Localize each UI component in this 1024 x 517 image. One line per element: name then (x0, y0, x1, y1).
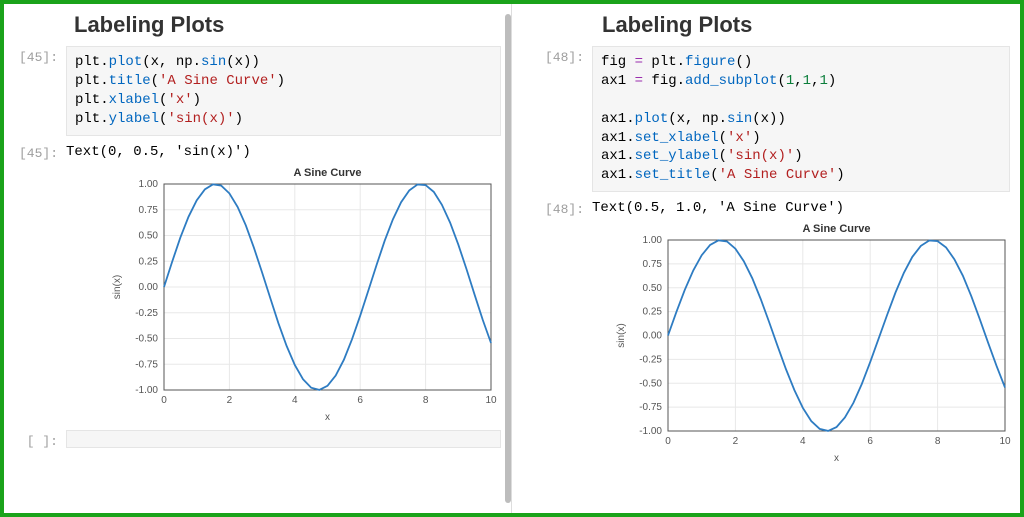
svg-text:1.00: 1.00 (643, 235, 663, 246)
svg-text:4: 4 (292, 395, 298, 406)
chart-output: -1.00 -0.75 -0.50 -0.25 0.00 0.25 0.50 0.75 1.00… (106, 164, 501, 424)
svg-text:8: 8 (935, 436, 941, 447)
svg-text:0.25: 0.25 (643, 307, 663, 318)
svg-text:-0.50: -0.50 (639, 378, 662, 389)
svg-text:0.50: 0.50 (139, 230, 159, 241)
svg-text:0.25: 0.25 (139, 256, 159, 267)
output-cell: [45]: Text(0, 0.5, 'sin(x)') -1.00-0.75-… (4, 142, 511, 424)
svg-text:0.75: 0.75 (139, 204, 159, 215)
svg-text:6: 6 (357, 395, 363, 406)
output-prompt: [45]: (4, 142, 66, 161)
output-text: Text(0, 0.5, 'sin(x)') (66, 142, 501, 160)
sine-chart: -1.00 -0.75 -0.50 -0.25 0.00 0.25 0.50 0.75 1.00… (610, 220, 1015, 465)
svg-text:-1.00: -1.00 (135, 385, 158, 396)
svg-text:0: 0 (665, 436, 671, 447)
svg-text:2: 2 (227, 395, 233, 406)
svg-text:0.00: 0.00 (643, 331, 663, 342)
svg-text:4: 4 (800, 436, 806, 447)
svg-text:10: 10 (485, 395, 497, 406)
svg-text:0.50: 0.50 (643, 283, 663, 294)
input-prompt: [45]: (4, 46, 66, 65)
svg-text:-0.50: -0.50 (135, 333, 158, 344)
svg-text:2: 2 (733, 436, 739, 447)
svg-text:x: x (325, 412, 330, 423)
section-heading: Labeling Plots (602, 12, 1020, 38)
svg-text:-0.25: -0.25 (639, 355, 662, 366)
svg-text:-1.00: -1.00 (639, 426, 662, 437)
right-pane: Labeling Plots [48]: fig = plt.figure() … (512, 4, 1020, 513)
svg-text:1.00: 1.00 (139, 179, 159, 190)
code-cell[interactable]: [45]: plt.plot(x, np.sin(x)) plt.title('… (4, 46, 511, 136)
svg-text:sin(x): sin(x) (112, 274, 123, 298)
chart-output: -1.00 -0.75 -0.50 -0.25 0.00 0.25 0.50 0.75 1.00… (610, 220, 1015, 465)
svg-text:10: 10 (999, 436, 1011, 447)
svg-text:6: 6 (867, 436, 873, 447)
output-cell: [48]: Text(0.5, 1.0, 'A Sine Curve') -1.… (512, 198, 1020, 465)
code-cell[interactable]: [48]: fig = plt.figure() ax1 = fig.add_s… (512, 46, 1020, 192)
left-pane: Labeling Plots [45]: plt.plot(x, np.sin(… (4, 4, 512, 513)
output-text: Text(0.5, 1.0, 'A Sine Curve') (592, 198, 1015, 216)
code-editor[interactable]: plt.plot(x, np.sin(x)) plt.title('A Sine… (66, 46, 501, 136)
svg-text:0.75: 0.75 (643, 259, 663, 270)
svg-text:A Sine Curve: A Sine Curve (802, 223, 870, 235)
svg-text:x: x (834, 453, 839, 464)
section-heading: Labeling Plots (74, 12, 511, 38)
svg-text:sin(x): sin(x) (616, 324, 627, 348)
svg-text:-0.75: -0.75 (135, 359, 158, 370)
sine-chart: -1.00 -0.75 -0.50 -0.25 0.00 0.25 0.50 0.75 1.00… (106, 164, 501, 424)
code-editor[interactable]: fig = plt.figure() ax1 = fig.add_subplot… (592, 46, 1010, 192)
input-prompt: [48]: (512, 46, 592, 65)
output-prompt: [48]: (512, 198, 592, 217)
empty-code-cell[interactable]: [ ]: (4, 430, 511, 449)
svg-text:A Sine Curve: A Sine Curve (293, 167, 361, 179)
svg-text:0: 0 (161, 395, 167, 406)
input-prompt-empty: [ ]: (4, 430, 66, 449)
svg-text:8: 8 (423, 395, 429, 406)
code-editor-empty[interactable] (66, 430, 501, 448)
svg-text:0.00: 0.00 (139, 282, 159, 293)
svg-text:-0.75: -0.75 (639, 402, 662, 413)
svg-text:-0.25: -0.25 (135, 307, 158, 318)
